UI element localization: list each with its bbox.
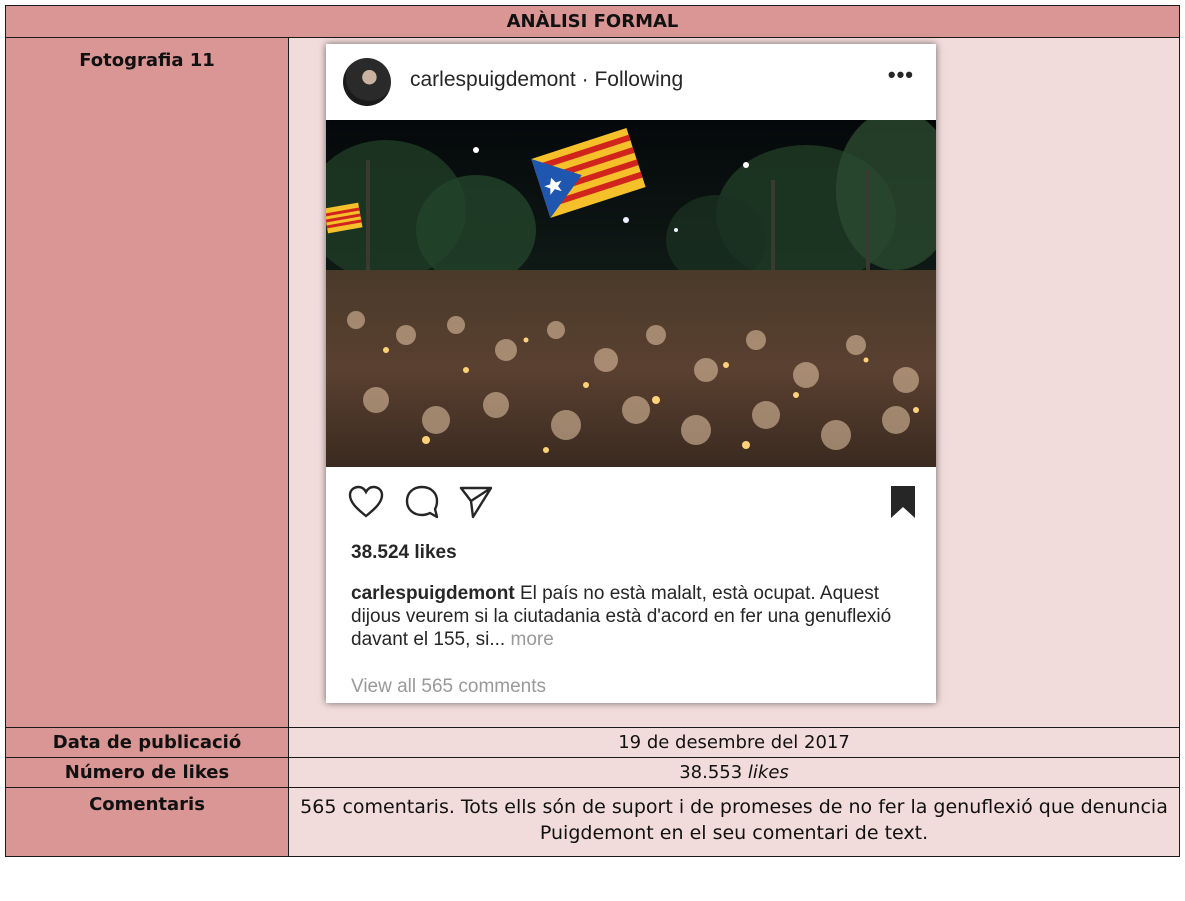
post-photo: [326, 120, 936, 467]
comment-icon[interactable]: [404, 484, 440, 520]
comments-value: 565 comentaris. Tots ells són de suport …: [289, 788, 1179, 856]
likes-value: 38.553 likes: [289, 758, 1179, 787]
table-header: ANÀLISI FORMAL: [6, 6, 1179, 38]
likes-row: Número de likes 38.553 likes: [6, 758, 1179, 788]
instagram-post-screenshot: carlespuigdemont · Following ••• 38.524 …: [326, 44, 936, 703]
formal-analysis-table: ANÀLISI FORMAL Fotografia 11 carlespuigd…: [5, 5, 1180, 857]
comments-label: Comentaris: [6, 788, 289, 856]
view-comments-link[interactable]: View all 565 comments: [351, 676, 546, 698]
date-value: 19 de desembre del 2017: [289, 728, 1179, 757]
caption-more-link[interactable]: more: [511, 629, 554, 650]
photo-label: Fotografia 11: [6, 38, 289, 727]
photo-cell: carlespuigdemont · Following ••• 38.524 …: [289, 38, 1179, 727]
more-options-icon: •••: [887, 62, 914, 87]
post-username: carlespuigdemont: [410, 68, 576, 91]
date-row: Data de publicació 19 de desembre del 20…: [6, 728, 1179, 758]
likes-unit: likes: [747, 762, 789, 783]
photo-row: Fotografia 11 carlespuigdemont · Followi…: [6, 38, 1179, 728]
table-title: ANÀLISI FORMAL: [506, 11, 679, 32]
caption-username: carlespuigdemont: [351, 583, 515, 604]
avatar: [343, 58, 391, 106]
bookmark-icon[interactable]: [889, 484, 917, 520]
post-header: carlespuigdemont · Following •••: [326, 44, 936, 119]
post-caption: carlespuigdemont El país no està malalt,…: [351, 582, 926, 651]
crowd-photo-illustration: [326, 120, 936, 467]
heart-icon[interactable]: [348, 484, 384, 520]
likes-label: Número de likes: [6, 758, 289, 787]
post-user: carlespuigdemont · Following: [410, 68, 683, 92]
post-likes: 38.524 likes: [351, 542, 457, 563]
separator-dot: ·: [581, 68, 595, 91]
share-icon[interactable]: [458, 484, 494, 520]
follow-status: Following: [594, 68, 684, 91]
comments-row: Comentaris 565 comentaris. Tots ells són…: [6, 788, 1179, 856]
likes-number: 38.553: [679, 762, 743, 783]
post-actions: [348, 484, 918, 524]
date-label: Data de publicació: [6, 728, 289, 757]
